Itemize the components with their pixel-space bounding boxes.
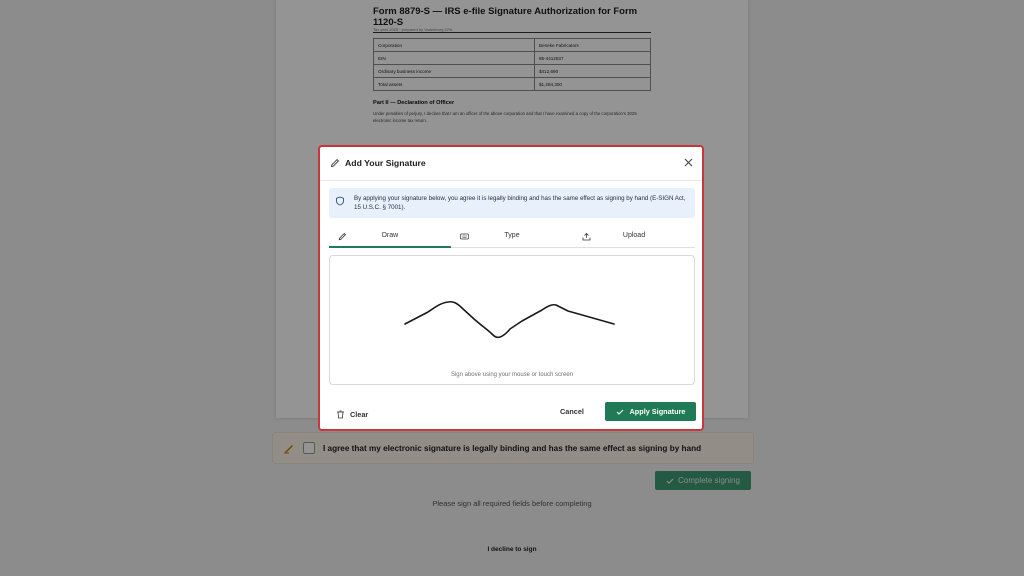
trash-icon bbox=[337, 410, 344, 418]
pencil-icon bbox=[330, 158, 340, 168]
modal-header: Add Your Signature bbox=[320, 147, 702, 181]
apply-signature-button[interactable]: Apply Signature bbox=[605, 402, 696, 421]
cancel-button[interactable]: Cancel bbox=[560, 407, 584, 416]
legal-notice-text: By applying your signature below, you ag… bbox=[354, 195, 686, 212]
clear-label: Clear bbox=[350, 409, 369, 419]
signature-modal: Add Your Signature By applying your sign… bbox=[318, 145, 704, 431]
check-icon bbox=[616, 409, 623, 415]
clear-button[interactable]: Clear bbox=[336, 407, 368, 421]
tab-type[interactable]: Type bbox=[451, 227, 573, 247]
tab-draw[interactable]: Draw bbox=[329, 227, 451, 248]
tab-label: Upload bbox=[622, 232, 646, 239]
tab-label: Type bbox=[504, 232, 520, 239]
apply-signature-label: Apply Signature bbox=[629, 407, 686, 416]
tab-label: Draw bbox=[381, 232, 399, 239]
signature-stroke bbox=[404, 300, 615, 339]
tab-upload[interactable]: Upload bbox=[573, 227, 695, 247]
signature-tabs: Draw Type Upload bbox=[329, 227, 695, 248]
signature-pad-hint: Sign above using your mouse or touch scr… bbox=[450, 372, 574, 378]
signature-canvas[interactable]: Sign above using your mouse or touch scr… bbox=[329, 255, 695, 385]
legal-notice: By applying your signature below, you ag… bbox=[329, 188, 695, 218]
shield-icon bbox=[336, 196, 344, 206]
close-icon[interactable] bbox=[683, 157, 694, 168]
modal-title: Add Your Signature bbox=[345, 158, 426, 168]
